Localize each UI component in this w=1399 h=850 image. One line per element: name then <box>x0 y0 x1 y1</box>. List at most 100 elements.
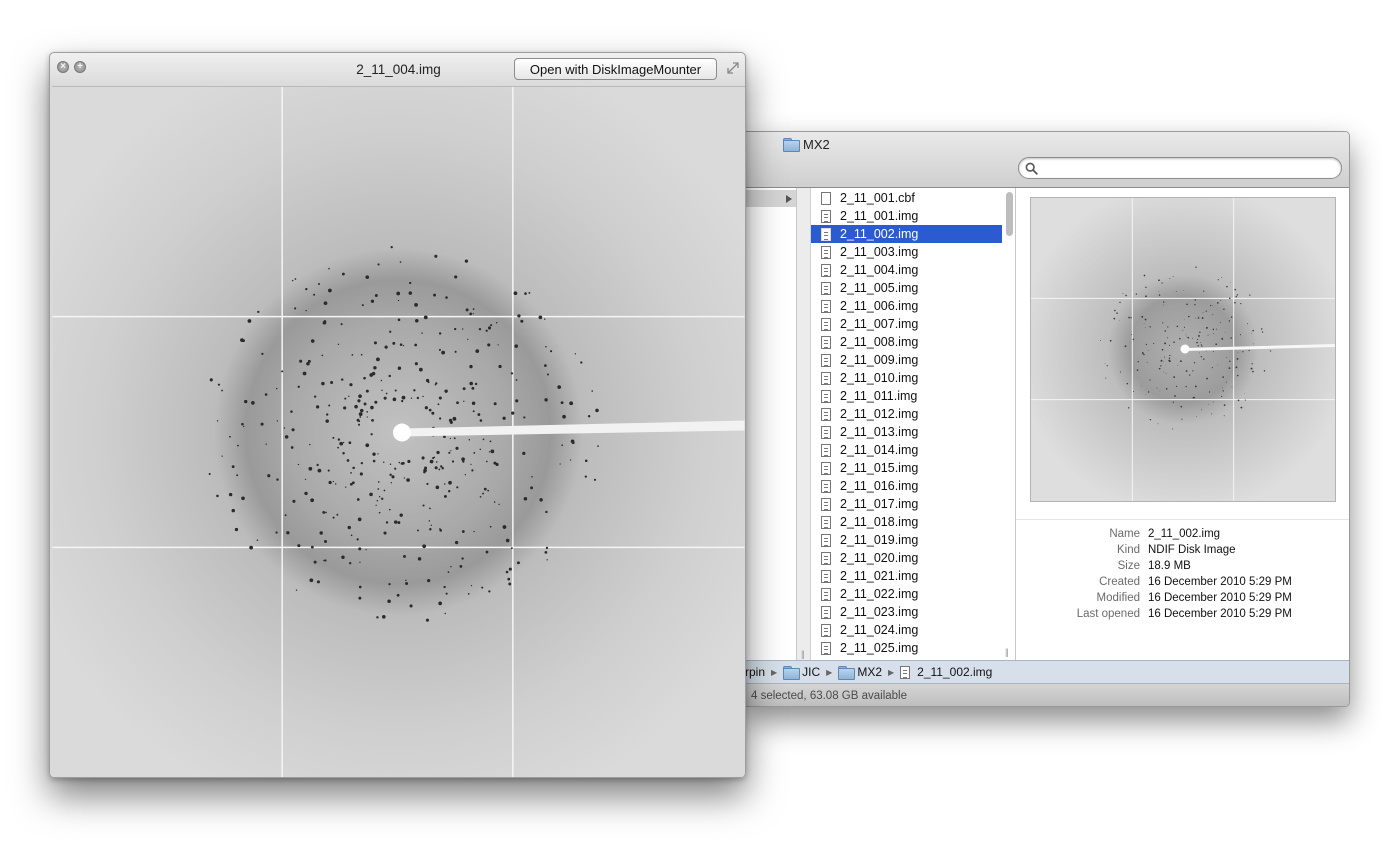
diffraction-spot <box>1199 331 1201 334</box>
diffraction-spot <box>481 586 484 589</box>
diffraction-spot <box>358 596 362 600</box>
diffraction-spot <box>489 525 492 528</box>
diffraction-spot <box>354 404 358 409</box>
path-segment-jic[interactable]: JIC <box>802 665 820 679</box>
diffraction-spot <box>372 459 376 463</box>
diffraction-spot <box>377 263 380 266</box>
diffraction-spot <box>570 439 575 444</box>
file-list-item[interactable]: 2_11_012.img <box>811 405 1003 423</box>
info-value: 16 December 2010 5:29 PM <box>1148 592 1292 604</box>
diffraction-spot <box>394 467 397 470</box>
file-list-item[interactable]: 2_11_016.img <box>811 477 1003 495</box>
file-list-item[interactable]: 2_11_003.img <box>811 243 1003 261</box>
diffraction-spot <box>306 362 310 366</box>
file-list-item[interactable]: 2_11_005.img <box>811 279 1003 297</box>
diffraction-spot <box>438 417 442 420</box>
file-name-label: 2_11_013.img <box>840 425 919 439</box>
file-list-item[interactable]: 2_11_004.img <box>811 261 1003 279</box>
path-segment-mx2[interactable]: MX2 <box>857 665 882 679</box>
diffraction-spot <box>1147 391 1150 393</box>
diffraction-spot <box>399 513 403 517</box>
file-list-item[interactable]: 2_11_002.img <box>811 225 1003 243</box>
diffraction-spot <box>472 313 474 315</box>
diffraction-spot <box>243 425 245 428</box>
diffraction-spot <box>1189 374 1191 376</box>
diffraction-spot <box>465 308 469 312</box>
diffraction-spot <box>454 540 459 545</box>
diffraction-spot <box>523 416 526 419</box>
diffraction-spot <box>1203 290 1205 292</box>
file-list-item[interactable]: 2_11_007.img <box>811 315 1003 333</box>
file-list-item[interactable]: 2_11_013.img <box>811 423 1003 441</box>
diffraction-spot <box>363 402 367 406</box>
file-column-scrollbar[interactable]: || <box>1002 188 1016 660</box>
diffraction-spot <box>1229 360 1231 363</box>
file-list-item[interactable]: 2_11_018.img <box>811 513 1003 531</box>
file-list-item[interactable]: 2_11_006.img <box>811 297 1003 315</box>
file-list-item[interactable]: 2_11_009.img <box>811 351 1003 369</box>
file-list-item[interactable]: 2_11_010.img <box>811 369 1003 387</box>
diffraction-spot <box>505 570 509 574</box>
file-list-item[interactable]: 2_11_001.img <box>811 207 1003 225</box>
search-input[interactable] <box>1018 157 1342 179</box>
file-list-item[interactable]: 2_11_024.img <box>811 621 1003 639</box>
diffraction-spot <box>1143 274 1146 277</box>
finder-toolbar: MX2 <box>745 132 1349 188</box>
diffraction-spot <box>1149 418 1152 421</box>
path-segment-file[interactable]: 2_11_002.img <box>917 665 992 679</box>
diffraction-spot <box>1237 399 1240 402</box>
diffraction-spot <box>344 486 347 488</box>
diffraction-spot <box>389 330 392 333</box>
diffraction-spot <box>434 466 438 470</box>
diffraction-spot <box>397 299 400 302</box>
diffraction-spot <box>429 507 431 510</box>
file-list-item[interactable]: 2_11_014.img <box>811 441 1003 459</box>
diffraction-spot <box>1217 364 1219 366</box>
diffraction-spot <box>1100 340 1102 342</box>
expand-arrows-icon[interactable] <box>725 60 741 76</box>
file-list-item[interactable]: 2_11_021.img <box>811 567 1003 585</box>
diffraction-spot <box>1179 360 1182 363</box>
diffraction-spot <box>451 460 455 463</box>
diffraction-spot <box>472 308 475 311</box>
diffraction-spot <box>358 547 362 551</box>
diffraction-spot <box>276 478 279 481</box>
diffraction-spot <box>1132 338 1135 341</box>
file-name-label: 2_11_018.img <box>840 515 919 529</box>
open-with-button[interactable]: Open with DiskImageMounter <box>514 58 717 80</box>
file-list-item[interactable]: 2_11_025.img <box>811 639 1003 657</box>
diffraction-spot <box>380 379 383 382</box>
diffraction-spot <box>450 566 452 568</box>
file-list-item[interactable]: 2_11_023.img <box>811 603 1003 621</box>
file-list-item[interactable]: 2_11_015.img <box>811 459 1003 477</box>
file-list-item[interactable]: 2_11_019.img <box>811 531 1003 549</box>
diffraction-spot <box>1163 371 1165 373</box>
info-key: Created <box>1099 576 1140 588</box>
diffraction-spot <box>409 281 412 285</box>
diffraction-spot <box>1161 282 1163 284</box>
file-list-item[interactable]: 2_11_011.img <box>811 387 1003 405</box>
file-list-item[interactable]: 2_11_020.img <box>811 549 1003 567</box>
parent-selected-row[interactable] <box>745 190 796 207</box>
file-column[interactable]: 2_11_001.cbf 2_11_001.img 2_11_002.img 2_11… <box>810 188 1003 660</box>
file-list-item[interactable]: 2_11_022.img <box>811 585 1003 603</box>
file-list-item[interactable]: 2_11_017.img <box>811 495 1003 513</box>
scroll-thumb[interactable] <box>1006 192 1013 236</box>
diffraction-spot <box>528 291 531 294</box>
diffraction-spot <box>376 357 380 362</box>
path-segment-parent[interactable]: rpin <box>745 665 765 679</box>
diffraction-spot <box>587 415 591 418</box>
file-list-item[interactable]: 2_11_008.img <box>811 333 1003 351</box>
diffraction-spot <box>454 327 457 331</box>
diffraction-spot <box>383 396 387 400</box>
diffraction-spot <box>208 472 211 476</box>
diffraction-spot <box>1176 385 1178 387</box>
file-list-item[interactable]: 2_11_001.cbf <box>811 189 1003 207</box>
column-resize-handle[interactable]: || <box>1005 647 1009 657</box>
diffraction-spot <box>294 307 297 310</box>
diffraction-spot <box>1235 296 1237 298</box>
parent-column[interactable] <box>745 188 797 660</box>
diffraction-spot <box>1193 396 1196 399</box>
diffraction-spot <box>350 534 353 537</box>
diffraction-spot <box>324 559 327 562</box>
